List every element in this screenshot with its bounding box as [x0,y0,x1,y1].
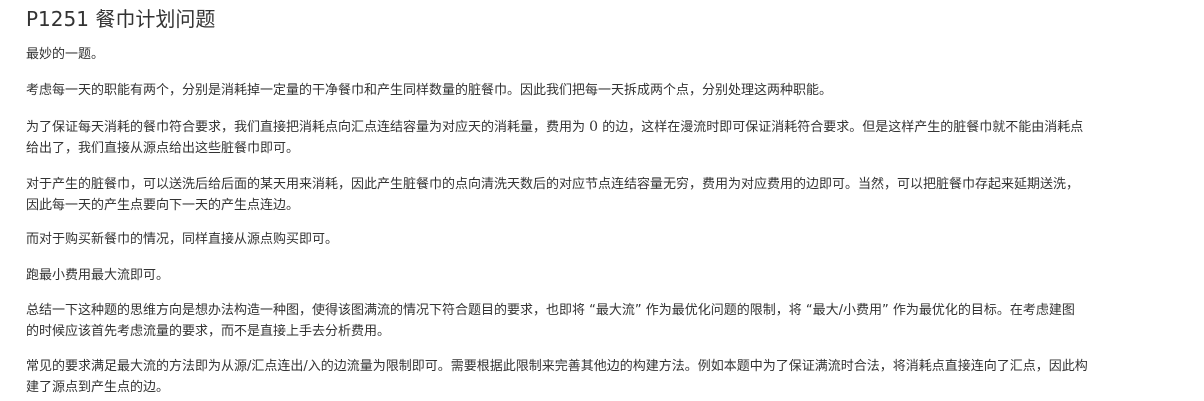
paragraph-line: 的时候应该首先考虑流量的要求，而不是直接上手去分析费用。 [26,324,391,339]
article-page: P1251 餐巾计划问题 最妙的一题。 考虑每一天的职能有两个，分别是消耗掉一定… [0,0,1204,401]
paragraph-line: 因此每一天的产生点要向下一天的产生点连边。 [26,198,300,213]
paragraph-summary: 总结一下这种题的思维方向是想办法构造一种图，使得该图满流的情况下符合题目的要求，… [26,300,1075,342]
paragraph-dirty-napkins: 对于产生的脏餐巾，可以送洗后给后面的某天用来消耗，因此产生脏餐巾的点向清洗天数后… [26,174,1079,216]
text-segment: 为了保证每天消耗的餐巾符合要求，我们直接把消耗点向汇点连结容量为对应天的消耗量，… [26,120,590,135]
paragraph-common-method: 常见的要求满足最大流的方法即为从源/汇点连出/入的边流量为限制即可。需要根据此限… [26,356,1088,398]
math-zero: 0 [589,119,599,135]
paragraph-buy-new: 而对于购买新餐巾的情况，同样直接从源点购买即可。 [26,229,338,250]
paragraph-line: 建了源点到产生点的边。 [26,380,170,395]
paragraph-line: 而对于购买新餐巾的情况，同样直接从源点购买即可。 [26,232,339,247]
paragraph-line: 跑最小费用最大流即可。 [26,268,170,283]
paragraph-line: 考虑每一天的职能有两个，分别是消耗掉一定量的干净餐巾和产生同样数量的脏餐巾。因此… [26,83,833,98]
paragraph-line: 给出了，我们直接从源点给出这些脏餐巾即可。 [26,141,300,156]
paragraph-line: 常见的要求满足最大流的方法即为从源/汇点连出/入的边流量为限制即可。需要根据此限… [26,359,1088,374]
paragraph-two-roles: 考虑每一天的职能有两个，分别是消耗掉一定量的干净餐巾和产生同样数量的脏餐巾。因此… [26,80,832,101]
text-segment: 的边，这样在漫流时即可保证消耗符合要求。但是这样产生的脏餐巾就不能由消耗点 [598,120,1084,135]
paragraph-line: 最妙的一题。 [26,47,105,62]
paragraph-line: 为了保证每天消耗的餐巾符合要求，我们直接把消耗点向汇点连结容量为对应天的消耗量，… [26,117,1083,138]
paragraph-line: 对于产生的脏餐巾，可以送洗后给后面的某天用来消耗，因此产生脏餐巾的点向清洗天数后… [26,177,1080,192]
article-title: P1251 餐巾计划问题 [26,7,216,31]
paragraph-min-cost-flow: 跑最小费用最大流即可。 [26,265,169,286]
paragraph-consumption: 为了保证每天消耗的餐巾符合要求，我们直接把消耗点向汇点连结容量为对应天的消耗量，… [26,117,1083,159]
paragraph-line: 总结一下这种题的思维方向是想办法构造一种图，使得该图满流的情况下符合题目的要求，… [26,303,1075,318]
paragraph-intro: 最妙的一题。 [26,44,104,65]
